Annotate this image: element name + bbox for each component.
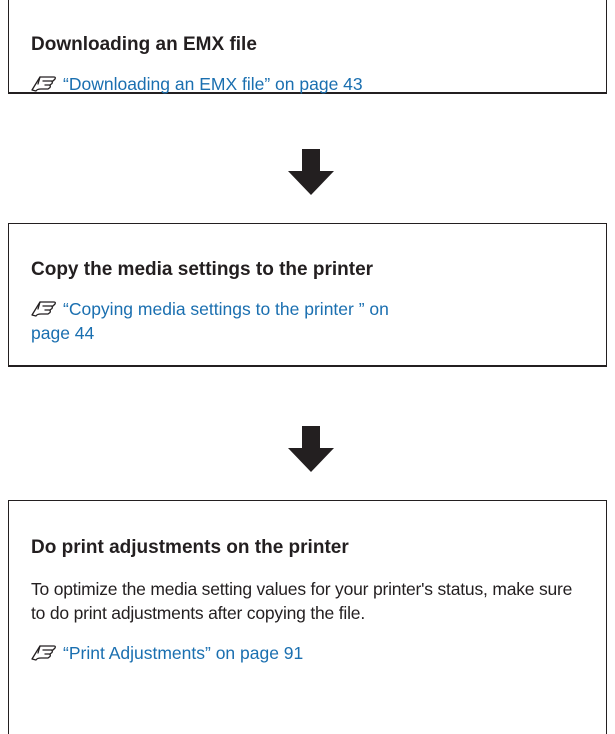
step-box-download-emx: Downloading an EMX file “Downloading an … xyxy=(8,0,607,94)
reference-hand-icon xyxy=(31,645,56,661)
reference-hand-icon xyxy=(31,76,56,92)
reference-line: “Copying media settings to the printer ”… xyxy=(31,297,584,345)
step-title: Do print adjustments on the printer xyxy=(31,537,349,558)
reference-line: “Print Adjustments” on page 91 xyxy=(31,641,584,665)
page-reference-link[interactable]: “Downloading an EMX file” on page 43 xyxy=(63,74,363,94)
reference-line: “Downloading an EMX file” on page 43 xyxy=(31,72,584,96)
page-reference-link[interactable]: “Print Adjustments” on page 91 xyxy=(63,643,303,663)
step-title: Copy the media settings to the printer xyxy=(31,259,374,280)
step-title: Downloading an EMX file xyxy=(31,34,257,55)
arrow-down-icon xyxy=(288,149,334,195)
step-box-copy-media-settings: Copy the media settings to the printer “… xyxy=(8,223,607,367)
step-box-print-adjustments: Do print adjustments on the printer To o… xyxy=(8,500,607,734)
reference-hand-icon xyxy=(31,301,56,317)
page-reference-link[interactable]: “Copying media settings to the printer ”… xyxy=(63,299,389,319)
arrow-down-icon xyxy=(288,426,334,472)
page-reference-link-continued[interactable]: page 44 xyxy=(31,323,94,343)
step-description: To optimize the media setting values for… xyxy=(31,579,573,623)
